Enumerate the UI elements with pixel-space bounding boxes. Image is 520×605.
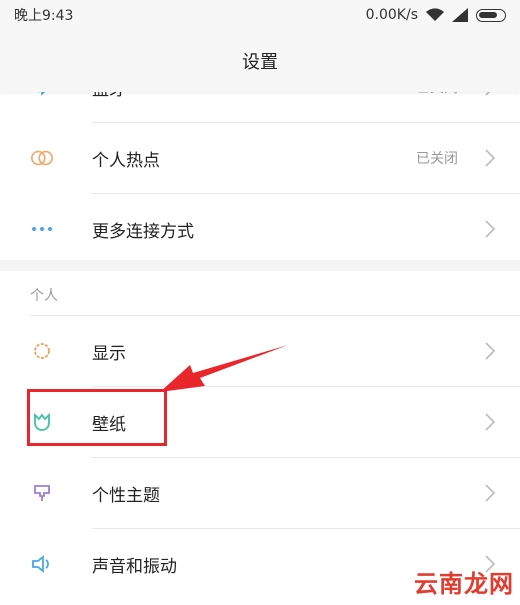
page-title: 设置 [242,52,278,73]
watermark: 云南龙网 [414,570,514,598]
title-bar: 设置 [0,30,520,92]
